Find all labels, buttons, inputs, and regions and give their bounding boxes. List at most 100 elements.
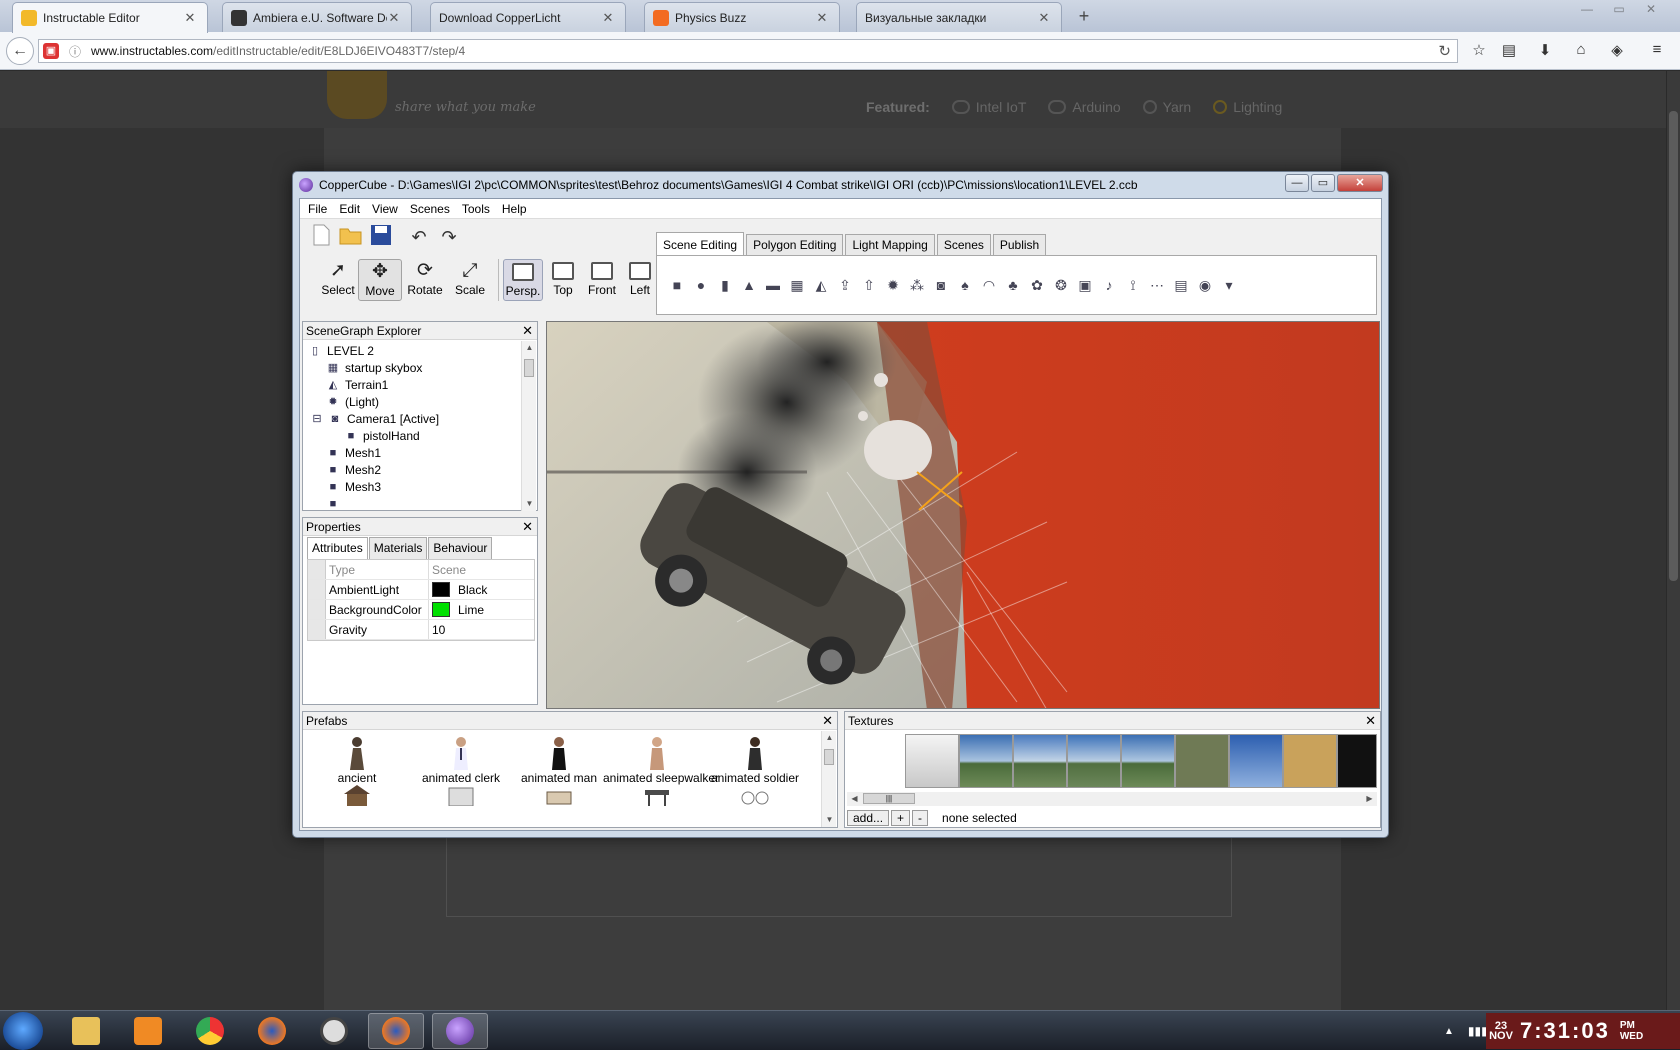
- tree-node-pistolhand[interactable]: ■ pistolHand: [343, 427, 420, 445]
- table-row[interactable]: AmbientLight Black: [308, 580, 534, 600]
- prefab-bicycle[interactable]: [701, 784, 809, 806]
- taskbar-coppercube[interactable]: [432, 1013, 488, 1049]
- cylinder-icon[interactable]: ▮: [713, 273, 737, 297]
- taskbar-firefox-old[interactable]: [244, 1013, 300, 1049]
- reading-list-icon[interactable]: ▤: [1498, 41, 1520, 61]
- prefab-bed[interactable]: [505, 784, 613, 806]
- camera-icon[interactable]: ◙: [929, 273, 953, 297]
- tool-rotate[interactable]: ⟳ Rotate: [403, 259, 447, 301]
- sphere-icon[interactable]: ●: [689, 273, 713, 297]
- tab-materials[interactable]: Materials: [368, 537, 428, 559]
- new-file-icon[interactable]: [308, 224, 334, 250]
- maximize-icon[interactable]: ▭: [1604, 0, 1634, 20]
- tab-instructable-editor[interactable]: Instructable Editor ✕: [12, 2, 208, 33]
- featured-intel[interactable]: Intel IoT: [951, 99, 1026, 115]
- tree-node-mesh2[interactable]: ■ Mesh2: [325, 461, 381, 479]
- collapse-icon[interactable]: ⊟: [311, 412, 323, 426]
- prefab-ancient[interactable]: ancient: [303, 734, 411, 786]
- close-icon[interactable]: ✕: [522, 518, 533, 536]
- color-swatch[interactable]: [432, 582, 450, 597]
- open-folder-icon[interactable]: [338, 224, 364, 250]
- prefab-animated-man[interactable]: animated man: [505, 734, 613, 786]
- coppercube-titlebar[interactable]: CopperCube - D:\Games\IGI 2\pc\COMMON\sp…: [293, 172, 1388, 198]
- prefabs-scrollbar[interactable]: ▲ ▼: [821, 731, 836, 827]
- tool-scale[interactable]: ⤢ Scale: [448, 259, 492, 301]
- tree-icon[interactable]: ♣: [1001, 273, 1025, 297]
- path-icon[interactable]: ❂: [1049, 273, 1073, 297]
- tab-scene-editing[interactable]: Scene Editing: [656, 232, 745, 256]
- texture-thumb-dark[interactable]: [1337, 734, 1377, 788]
- video-icon[interactable]: ▣: [1073, 273, 1097, 297]
- plant-icon[interactable]: ✿: [1025, 273, 1049, 297]
- minimize-icon[interactable]: —: [1285, 174, 1309, 192]
- tree-node-partial[interactable]: ■: [325, 495, 345, 511]
- texture-thumb-sand[interactable]: [1283, 734, 1337, 788]
- new-tab-plus-icon[interactable]: +: [1074, 6, 1094, 26]
- prefab-animated-soldier[interactable]: animated soldier: [701, 734, 809, 786]
- tree-node-light[interactable]: ✹ (Light): [325, 393, 379, 411]
- path-edit-icon[interactable]: ⋯: [1145, 273, 1169, 297]
- zoom-in-button[interactable]: +: [891, 810, 911, 826]
- texture-thumb-sky-5[interactable]: [1229, 734, 1283, 788]
- prefab-box[interactable]: [407, 784, 515, 806]
- texture-thumb-grass[interactable]: [1175, 734, 1229, 788]
- path-node-icon[interactable]: ⟟: [1121, 273, 1145, 297]
- minimize-icon[interactable]: —: [1572, 0, 1602, 20]
- table-row[interactable]: BackgroundColor Lime: [308, 600, 534, 620]
- tab-physics-buzz[interactable]: Physics Buzz ✕: [644, 2, 840, 32]
- featured-yarn[interactable]: Yarn: [1142, 99, 1191, 115]
- featured-lighting[interactable]: Lighting: [1213, 99, 1282, 115]
- import-animated-icon[interactable]: ⇧: [857, 273, 881, 297]
- light-icon[interactable]: ✹: [881, 273, 905, 297]
- scroll-left-icon[interactable]: ◀: [847, 792, 862, 806]
- skybox-icon[interactable]: ▦: [785, 273, 809, 297]
- table-row[interactable]: Gravity 10: [308, 620, 534, 640]
- prefab-bench[interactable]: [603, 784, 711, 806]
- tab-light-mapping[interactable]: Light Mapping: [845, 234, 935, 256]
- texture-thumb-sky-3[interactable]: [1067, 734, 1121, 788]
- tree-node-skybox[interactable]: ▦ startup skybox: [325, 359, 423, 377]
- start-button[interactable]: [3, 1012, 43, 1050]
- tool-move[interactable]: ✥ Move: [358, 259, 402, 301]
- home-icon[interactable]: ⌂: [1570, 41, 1592, 61]
- sound-icon[interactable]: ♪: [1097, 273, 1121, 297]
- tree-node-terrain[interactable]: ◭ Terrain1: [325, 376, 389, 394]
- maximize-icon[interactable]: ▭: [1311, 174, 1335, 192]
- view-left[interactable]: Left: [620, 259, 660, 301]
- site-icon[interactable]: ▣: [43, 43, 59, 59]
- menu-file[interactable]: File: [302, 202, 333, 216]
- tray-expand-icon[interactable]: ▲: [1444, 1026, 1454, 1037]
- import-icon[interactable]: ⇪: [833, 273, 857, 297]
- prefab-animated-clerk[interactable]: animated clerk: [407, 734, 515, 786]
- taskbar-firefox[interactable]: [368, 1013, 424, 1049]
- close-icon[interactable]: ✕: [1365, 712, 1376, 730]
- scroll-right-icon[interactable]: ▶: [1362, 792, 1377, 806]
- textures-scrollbar[interactable]: ◀ ||| ▶: [847, 792, 1377, 806]
- add-texture-button[interactable]: add...: [847, 810, 890, 826]
- texture-thumb-sky-4[interactable]: [1121, 734, 1175, 788]
- terrain-icon[interactable]: ◭: [809, 273, 833, 297]
- sphere-ball-icon[interactable]: ◉: [1193, 273, 1217, 297]
- zoom-out-button[interactable]: -: [912, 810, 929, 826]
- 3d-viewport[interactable]: [546, 321, 1380, 709]
- close-icon[interactable]: ✕: [1337, 174, 1383, 192]
- texture-thumb-sky-1[interactable]: [959, 734, 1013, 788]
- window-close-icon[interactable]: ✕: [1636, 0, 1666, 20]
- network-signal-icon[interactable]: ▮▮▮: [1468, 1024, 1488, 1038]
- tree-node-mesh1[interactable]: ■ Mesh1: [325, 444, 381, 462]
- texture-thumb-pistol[interactable]: [905, 734, 959, 788]
- close-icon[interactable]: ✕: [822, 712, 833, 730]
- instructables-robot-logo[interactable]: [327, 71, 387, 119]
- texture-thumb-sky-2[interactable]: [1013, 734, 1067, 788]
- tab-polygon-editing[interactable]: Polygon Editing: [746, 234, 844, 256]
- scroll-thumb[interactable]: |||: [863, 793, 915, 804]
- reload-icon[interactable]: ↻: [1438, 42, 1451, 60]
- tab-download-copperlicht[interactable]: Download CopperLicht ✕: [430, 2, 626, 32]
- download-icon[interactable]: ⬇: [1534, 41, 1556, 61]
- back-icon[interactable]: ←: [6, 37, 34, 65]
- close-icon[interactable]: ✕: [387, 10, 401, 26]
- redo-icon[interactable]: ↷: [436, 224, 462, 250]
- close-icon[interactable]: ✕: [815, 10, 829, 26]
- tab-behaviour[interactable]: Behaviour: [428, 537, 493, 559]
- tab-attributes[interactable]: Attributes: [307, 537, 368, 559]
